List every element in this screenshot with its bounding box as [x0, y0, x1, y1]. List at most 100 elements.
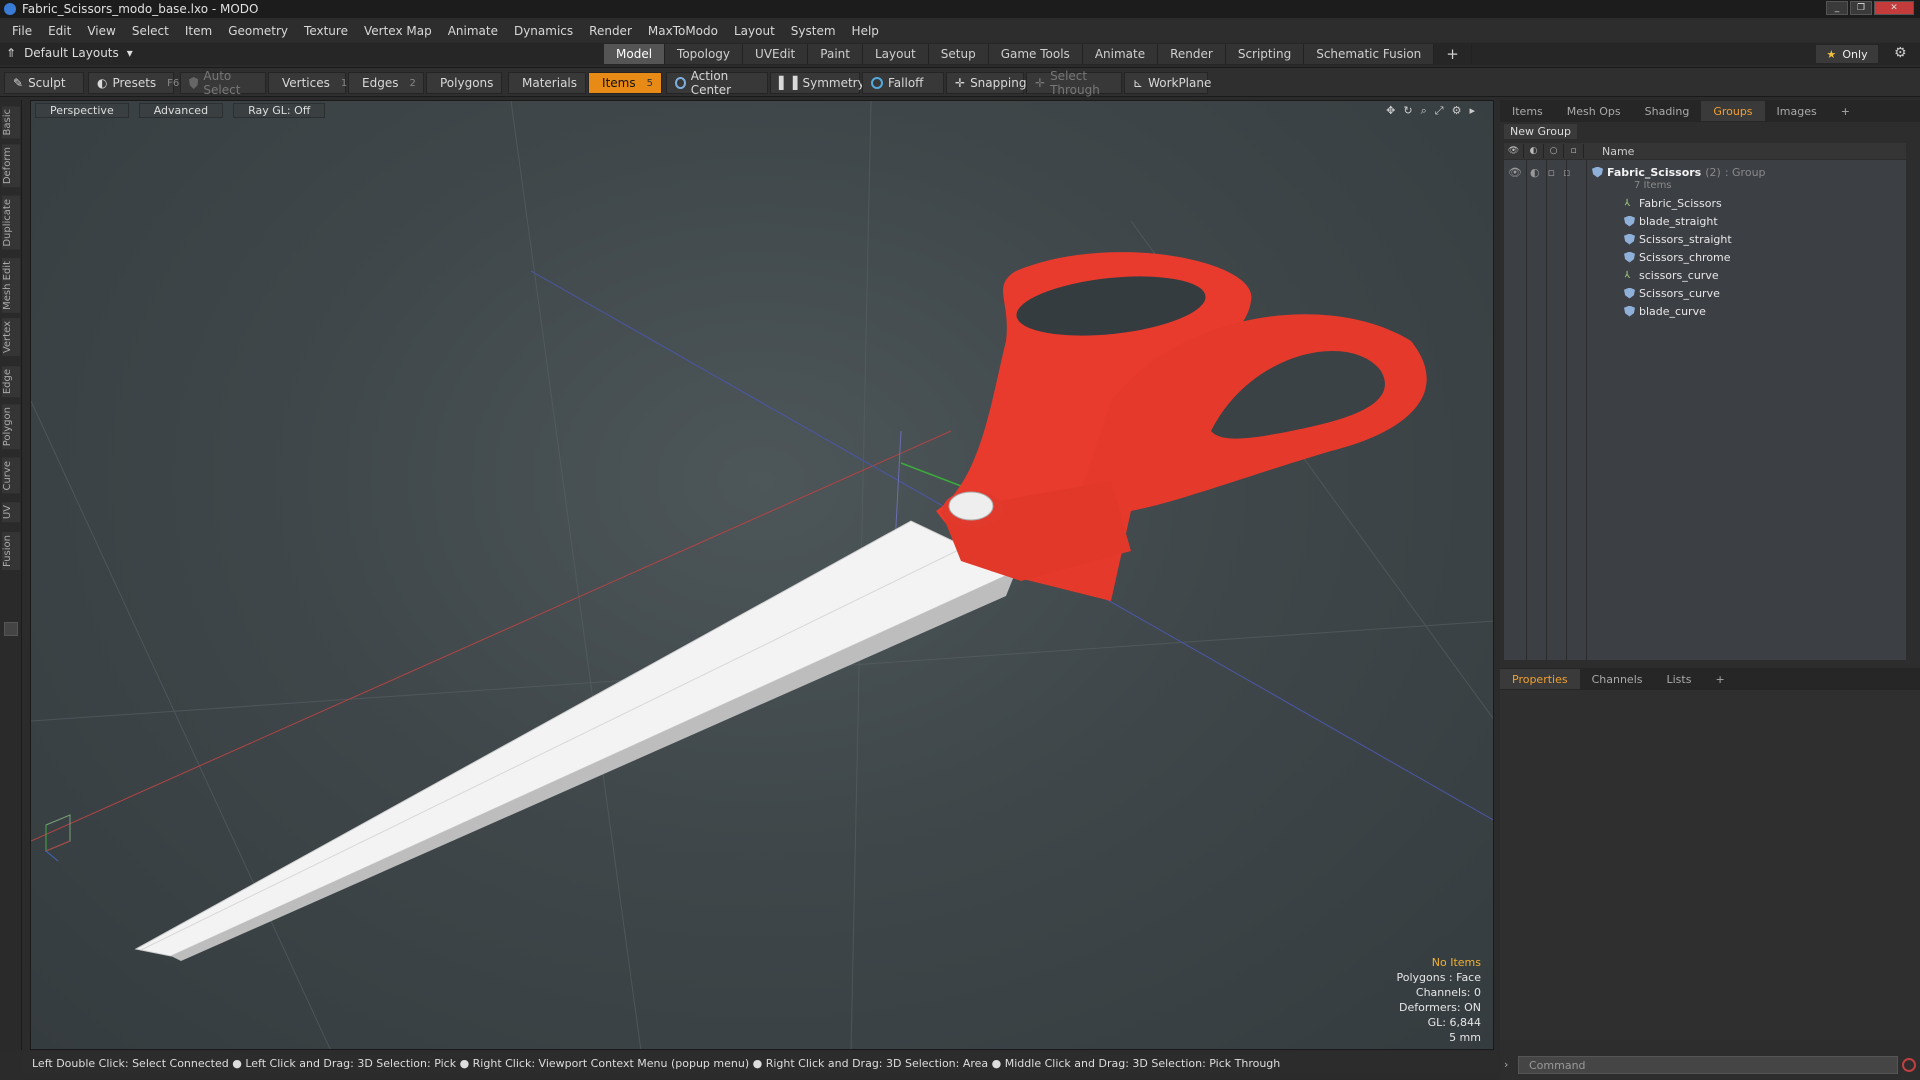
menu-item[interactable]: Item	[177, 24, 220, 38]
materials-button[interactable]: Materials	[508, 72, 586, 94]
tab-paint[interactable]: Paint	[808, 44, 863, 64]
restore-icon[interactable]: ❐	[1850, 1, 1872, 15]
menu-maxtomodo[interactable]: MaxToModo	[640, 24, 726, 38]
tab-game-tools[interactable]: Game Tools	[988, 44, 1083, 64]
list-item[interactable]: Scissors_curve	[1504, 284, 1906, 302]
tab-channels[interactable]: Channels	[1580, 669, 1655, 689]
viewport-settings-icon[interactable]: ⚙	[1452, 104, 1462, 118]
symmetry-button[interactable]: ▌▐ Symmetry	[770, 72, 865, 94]
add-properties-tab-icon[interactable]: +	[1703, 669, 1736, 689]
tab-lists[interactable]: Lists	[1655, 669, 1704, 689]
snapping-button[interactable]: ✛ Snapping	[946, 72, 1026, 94]
tab-mesh-edit[interactable]: Mesh Edit	[2, 258, 20, 313]
render-column-icon[interactable]: ◐	[1524, 144, 1544, 158]
select-column-icon[interactable]: ▫	[1564, 144, 1584, 158]
list-item[interactable]: blade_curve	[1504, 302, 1906, 320]
items-count: 5	[646, 77, 653, 89]
record-icon[interactable]	[1902, 1058, 1916, 1072]
menu-vertex-map[interactable]: Vertex Map	[356, 24, 440, 38]
3d-viewport[interactable]: Perspective Advanced Ray GL: Off ✥ ↻ ⌕ ⤢…	[30, 100, 1494, 1050]
tab-duplicate[interactable]: Duplicate	[2, 196, 20, 250]
tab-setup[interactable]: Setup	[928, 44, 989, 64]
visibility-column-icon[interactable]: 👁	[1504, 144, 1524, 158]
sculpt-button[interactable]: ✎ Sculpt	[4, 72, 84, 94]
presets-button[interactable]: ◐ Presets F6	[88, 72, 179, 94]
menu-system[interactable]: System	[783, 24, 844, 38]
close-icon[interactable]: ✕	[1874, 1, 1914, 15]
list-item[interactable]: Scissors_chrome	[1504, 248, 1906, 266]
command-input[interactable]: Command	[1518, 1056, 1898, 1074]
gear-icon[interactable]: ⚙	[1894, 45, 1907, 61]
menu-texture[interactable]: Texture	[296, 24, 356, 38]
tab-properties[interactable]: Properties	[1500, 669, 1580, 689]
vertices-button[interactable]: Vertices 1	[268, 72, 347, 94]
list-item[interactable]: ⅄ scissors_curve	[1504, 266, 1906, 284]
add-tab-button[interactable]: +	[1434, 44, 1472, 64]
tab-basic[interactable]: Basic	[2, 106, 20, 139]
new-group-button[interactable]: New Group	[1504, 124, 1577, 139]
shading-dropdown[interactable]: Advanced	[138, 102, 224, 118]
menu-dynamics[interactable]: Dynamics	[506, 24, 581, 38]
add-panel-tab-icon[interactable]: +	[1829, 101, 1862, 121]
viewport-header: Perspective Advanced Ray GL: Off	[31, 101, 1493, 119]
menu-render[interactable]: Render	[581, 24, 640, 38]
tab-uv[interactable]: UV	[2, 502, 20, 523]
items-button[interactable]: Items 5	[588, 72, 662, 94]
workplane-button[interactable]: ⊾ WorkPlane	[1124, 72, 1211, 94]
tab-schematic-fusion[interactable]: Schematic Fusion	[1304, 44, 1435, 64]
tab-uvedit[interactable]: UVEdit	[743, 44, 809, 64]
menu-geometry[interactable]: Geometry	[220, 24, 296, 38]
menu-animate[interactable]: Animate	[440, 24, 506, 38]
select-through-button[interactable]: ✛ Select Through	[1026, 69, 1122, 97]
tab-images[interactable]: Images	[1765, 101, 1829, 121]
tab-edge[interactable]: Edge	[2, 366, 20, 398]
menu-layout[interactable]: Layout	[726, 24, 783, 38]
action-center-button[interactable]: Action Center	[666, 69, 768, 97]
tool-bar: ✎ Sculpt ◐ Presets F6 Auto Select Vertic…	[0, 67, 1920, 97]
tab-topology[interactable]: Topology	[665, 44, 744, 64]
edges-button[interactable]: Edges 2	[348, 72, 424, 94]
raygl-toggle[interactable]: Ray GL: Off	[233, 102, 326, 118]
mesh-icon	[1624, 305, 1635, 317]
scene-canvas[interactable]	[31, 101, 1494, 1050]
tab-fusion[interactable]: Fusion	[2, 532, 20, 570]
fit-view-icon[interactable]: ⤢	[1435, 104, 1444, 118]
menu-view[interactable]: View	[79, 24, 123, 38]
tab-curve[interactable]: Curve	[2, 458, 20, 494]
menu-help[interactable]: Help	[844, 24, 887, 38]
only-button[interactable]: ★ Only	[1816, 45, 1878, 63]
tab-polygon[interactable]: Polygon	[2, 404, 20, 450]
presets-icon: ◐	[97, 76, 108, 90]
panel-toggle-icon[interactable]	[4, 622, 18, 636]
layouts-dropdown[interactable]: ⇑ Default Layouts ▾	[6, 46, 133, 60]
list-item[interactable]: Scissors_straight	[1504, 230, 1906, 248]
zoom-view-icon[interactable]: ⌕	[1421, 104, 1427, 118]
tab-items[interactable]: Items	[1500, 101, 1555, 121]
menu-file[interactable]: File	[4, 24, 40, 38]
menu-select[interactable]: Select	[124, 24, 177, 38]
tab-scripting[interactable]: Scripting	[1225, 44, 1305, 64]
move-view-icon[interactable]: ✥	[1386, 104, 1395, 118]
list-item[interactable]: blade_straight	[1504, 212, 1906, 230]
view-dropdown[interactable]: Perspective	[35, 102, 129, 118]
falloff-button[interactable]: Falloff	[862, 72, 944, 94]
lock-column-icon[interactable]: ○	[1544, 144, 1564, 158]
name-column-header[interactable]: Name	[1584, 145, 1634, 158]
tab-model[interactable]: Model	[604, 44, 666, 64]
tab-animate[interactable]: Animate	[1082, 44, 1159, 64]
tab-mesh-ops[interactable]: Mesh Ops	[1555, 101, 1633, 121]
minimize-icon[interactable]: _	[1826, 1, 1848, 15]
tab-layout[interactable]: Layout	[862, 44, 929, 64]
auto-select-button[interactable]: Auto Select	[180, 69, 266, 97]
rotate-view-icon[interactable]: ↻	[1403, 104, 1412, 118]
scale-info: 5 mm	[1449, 1031, 1481, 1044]
tab-deform[interactable]: Deform	[2, 144, 20, 188]
list-item[interactable]: ⅄ Fabric_Scissors	[1504, 194, 1906, 212]
viewport-menu-icon[interactable]: ▸	[1469, 104, 1475, 118]
polygons-button[interactable]: Polygons	[426, 72, 502, 94]
tab-shading[interactable]: Shading	[1633, 101, 1702, 121]
tab-vertex[interactable]: Vertex	[2, 318, 20, 357]
tab-groups[interactable]: Groups	[1701, 101, 1765, 121]
tab-render[interactable]: Render	[1158, 44, 1226, 64]
menu-edit[interactable]: Edit	[40, 24, 79, 38]
